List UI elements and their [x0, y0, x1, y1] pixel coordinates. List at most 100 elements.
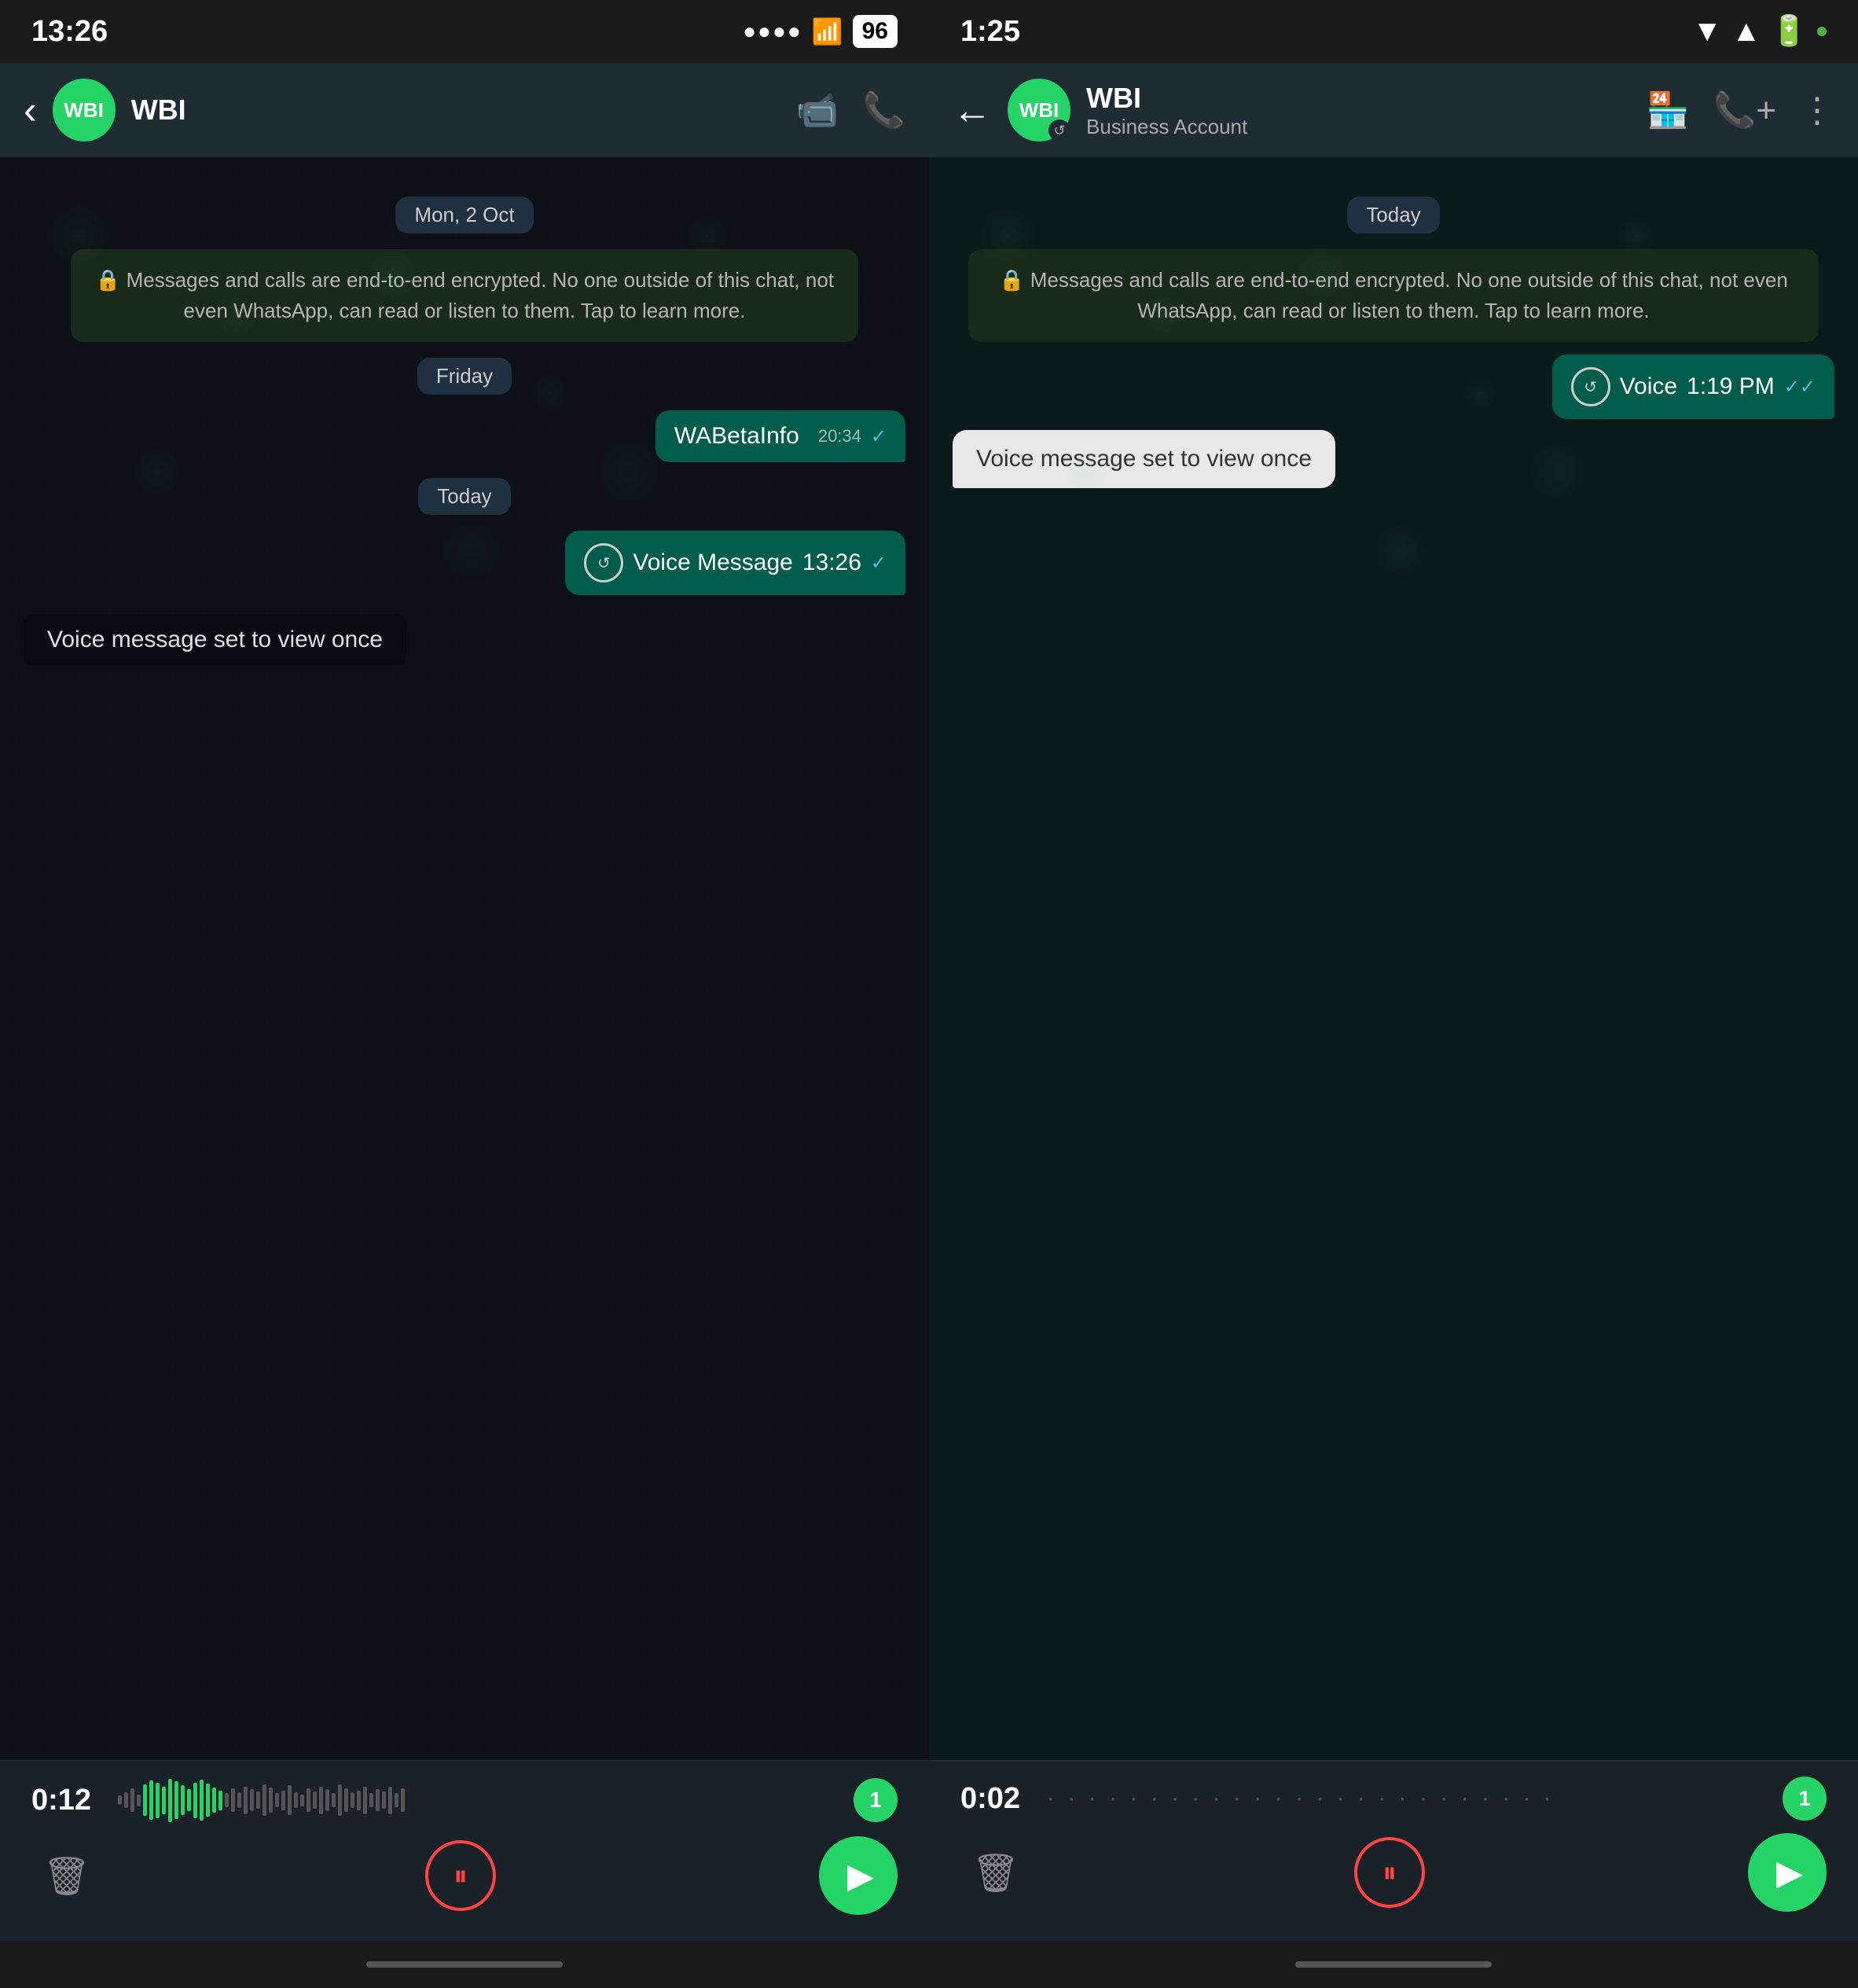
- voice-message-sent: ↺ Voice Message 13:26 ✓: [24, 531, 905, 595]
- time-right: 1:25: [960, 15, 1020, 49]
- wave-bar: [313, 1791, 317, 1809]
- wave-bar: [263, 1784, 266, 1816]
- voice-bubble-left[interactable]: ↺ Voice Message 13:26 ✓: [565, 531, 905, 595]
- date-badge-today-left: Today: [24, 478, 905, 515]
- wave-bar: [307, 1788, 310, 1812]
- sent-message-wabetainfo: WABetaInfo 20:34 ✓: [24, 410, 905, 462]
- status-icons-right: ▼ ▲ 🔋: [1692, 14, 1827, 49]
- send-recording-button-right[interactable]: ▶: [1748, 1833, 1827, 1912]
- view-once-bubble-right[interactable]: Voice message set to view once: [953, 430, 1335, 488]
- recorder-bar-left: 0:12: [0, 1760, 929, 1941]
- wave-bar: [156, 1783, 160, 1818]
- recorder-actions-right: 🗑 ⏸ ▶: [960, 1833, 1827, 1912]
- delete-recording-button-right[interactable]: 🗑: [960, 1837, 1031, 1908]
- wave-bar: [325, 1789, 329, 1811]
- recorder-actions-left: 🗑 ⏸ ▶: [31, 1836, 898, 1915]
- wave-bar: [181, 1785, 185, 1815]
- view-once-info-left: Voice message set to view once: [24, 606, 905, 674]
- contact-name-left[interactable]: WBI: [131, 94, 780, 127]
- recorder-top-right: 0:02 · · · · · · · · · · · · · · · · · ·…: [960, 1777, 1827, 1821]
- wave-bar: [118, 1795, 122, 1805]
- encryption-notice-left[interactable]: 🔒 Messages and calls are end-to-end encr…: [71, 249, 858, 342]
- recorder-bar-right: 0:02 · · · · · · · · · · · · · · · · · ·…: [929, 1760, 1858, 1941]
- view-once-icon-left: ↺: [584, 543, 623, 582]
- home-bar-left: [366, 1961, 563, 1968]
- avatar-left: WBI: [53, 79, 116, 141]
- more-icon-right[interactable]: ⋮: [1800, 90, 1834, 130]
- back-button-left[interactable]: ‹: [24, 87, 37, 133]
- header-icons-right: 🏪 📞+ ⋮: [1647, 90, 1834, 130]
- wifi-icon-right: ▼: [1692, 15, 1722, 49]
- contact-subtitle-right: Business Account: [1086, 115, 1631, 139]
- date-badge-oct: Mon, 2 Oct: [24, 197, 905, 233]
- green-dot-right: [1817, 27, 1827, 36]
- delete-recording-button-left[interactable]: 🗑: [31, 1840, 102, 1911]
- wave-bar: [369, 1793, 373, 1807]
- battery-icon-right: 🔋: [1771, 14, 1808, 49]
- wave-dots-right: · · · · · · · · · · · · · · · · · · · · …: [1047, 1785, 1767, 1812]
- call-icon-right[interactable]: 📞+: [1713, 90, 1776, 130]
- wave-bar: [351, 1792, 354, 1808]
- wave-bar: [162, 1787, 166, 1814]
- message-text-wabetainfo: WABetaInfo: [674, 423, 799, 450]
- wave-bar: [382, 1791, 386, 1809]
- battery-left: 96: [853, 15, 898, 48]
- view-once-text-left: Voice message set to view once: [24, 614, 406, 666]
- wave-bar: [332, 1793, 336, 1807]
- home-indicator-right: [929, 1941, 1858, 1988]
- right-panel: 1:25 ▼ ▲ 🔋 ← WBI ↺ WBI Business Account …: [929, 0, 1858, 1988]
- waveform-left: [118, 1777, 838, 1824]
- background-pattern-left: [0, 157, 929, 1760]
- view-once-text-right: Voice message set to view once: [976, 446, 1312, 472]
- wave-bar: [357, 1791, 361, 1810]
- signal-icon-right: ▲: [1731, 15, 1761, 49]
- wave-bar: [288, 1785, 292, 1815]
- tick-wabetainfo: ✓: [871, 425, 887, 448]
- wave-bar: [275, 1793, 279, 1807]
- wave-bar: [237, 1792, 241, 1808]
- contact-name-right[interactable]: WBI: [1086, 82, 1631, 115]
- message-time-wabetainfo: 20:34: [818, 426, 861, 446]
- wave-bar: [124, 1792, 128, 1808]
- wave-bar: [344, 1788, 348, 1812]
- encryption-text-right: 🔒 Messages and calls are end-to-end encr…: [992, 265, 1795, 326]
- wave-bar: [168, 1779, 172, 1822]
- chat-header-right: ← WBI ↺ WBI Business Account 🏪 📞+ ⋮: [929, 63, 1858, 157]
- store-icon-right[interactable]: 🏪: [1647, 90, 1690, 130]
- tick-voice: ✓: [871, 552, 887, 575]
- recorder-top-left: 0:12: [31, 1777, 898, 1824]
- wave-bar: [388, 1787, 392, 1814]
- wave-bar: [200, 1780, 204, 1821]
- wifi-icon-left: 📶: [812, 17, 843, 46]
- wave-bar: [250, 1789, 254, 1811]
- wave-bar: [294, 1792, 298, 1808]
- bubble-wabetainfo[interactable]: WABetaInfo 20:34 ✓: [655, 410, 905, 462]
- wave-bar: [319, 1787, 323, 1814]
- wave-bar: [401, 1788, 405, 1812]
- wave-bar: [143, 1784, 147, 1816]
- pause-recording-button-left[interactable]: ⏸: [425, 1840, 496, 1911]
- wave-bar: [212, 1788, 216, 1813]
- wave-bar: [338, 1784, 342, 1816]
- wave-bar: [193, 1783, 197, 1818]
- chat-header-left: ‹ WBI WBI 📹 📞: [0, 63, 929, 157]
- chat-body-left: Mon, 2 Oct 🔒 Messages and calls are end-…: [0, 157, 929, 1760]
- pause-recording-button-right[interactable]: ⏸: [1354, 1837, 1425, 1908]
- call-icon-left[interactable]: 📞: [862, 90, 905, 130]
- status-bar-left: 13:26 ●●●● 📶 96: [0, 0, 929, 63]
- voice-label-right: Voice: [1620, 373, 1677, 400]
- encryption-notice-right[interactable]: 🔒 Messages and calls are end-to-end encr…: [968, 249, 1819, 342]
- recorder-count-right: 1: [1783, 1777, 1827, 1821]
- view-once-icon-right: ↺: [1571, 367, 1610, 406]
- send-recording-button-left[interactable]: ▶: [819, 1836, 898, 1915]
- video-call-icon-left[interactable]: 📹: [795, 90, 839, 130]
- wave-bar: [187, 1789, 191, 1811]
- voice-bubble-right[interactable]: ↺ Voice 1:19 PM ✓✓: [1552, 355, 1834, 419]
- wave-bar: [231, 1788, 235, 1812]
- wave-bar: [395, 1793, 398, 1807]
- wave-bar: [300, 1795, 304, 1806]
- date-badge-today-right: Today: [953, 197, 1834, 233]
- back-button-right[interactable]: ←: [953, 87, 992, 133]
- wave-bar: [244, 1787, 248, 1814]
- signal-icon-left: ●●●●: [743, 19, 802, 44]
